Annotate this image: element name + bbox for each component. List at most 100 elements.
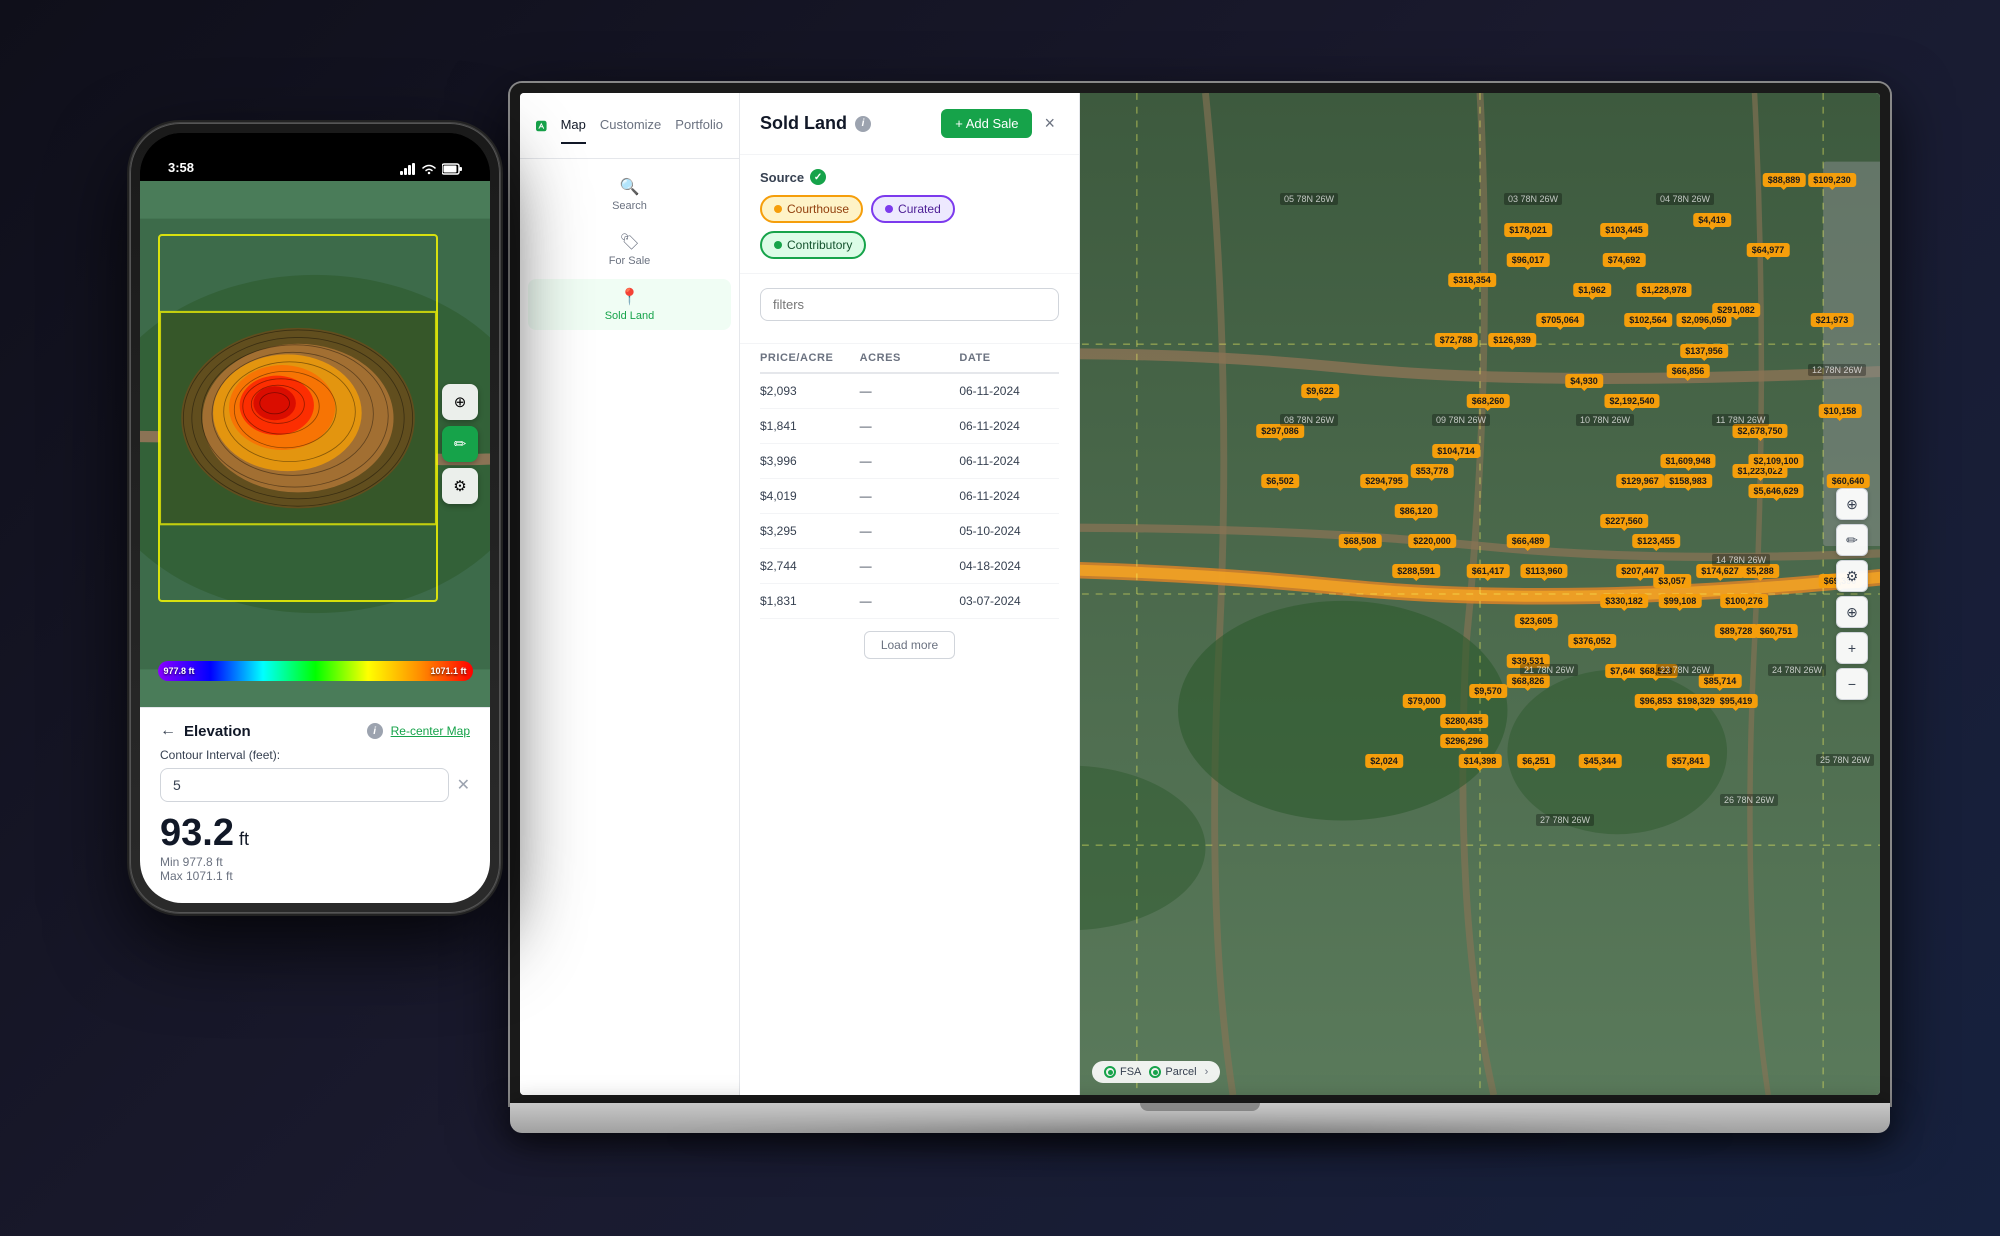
map-minus-button[interactable]: − [1836, 668, 1868, 700]
price-label[interactable]: $60,640 [1827, 474, 1870, 488]
sidebar-item-for-sale[interactable]: 🏷 For Sale [528, 224, 731, 275]
map-edit-button[interactable]: ✏ [1836, 524, 1868, 556]
price-label[interactable]: $178,021 [1504, 223, 1552, 237]
elevation-info-icon[interactable]: i [367, 723, 383, 739]
price-label[interactable]: $3,057 [1653, 574, 1691, 588]
back-arrow[interactable]: ← [160, 722, 176, 740]
phone-location-button[interactable]: ⊕ [442, 384, 478, 420]
fsa-option[interactable]: FSA [1104, 1066, 1141, 1078]
table-row[interactable]: $3,996 — 06-11-2024 [760, 444, 1059, 479]
table-row[interactable]: $3,295 — 05-10-2024 [760, 514, 1059, 549]
price-label[interactable]: $85,714 [1699, 674, 1742, 688]
price-label[interactable]: $4,930 [1565, 374, 1603, 388]
add-sale-button[interactable]: + Add Sale [941, 109, 1032, 138]
price-label[interactable]: $330,182 [1600, 594, 1648, 608]
price-label[interactable]: $60,751 [1755, 624, 1798, 638]
price-label[interactable]: $4,419 [1693, 213, 1731, 227]
price-label[interactable]: $174,627 [1696, 564, 1744, 578]
price-label[interactable]: $2,109,100 [1748, 454, 1803, 468]
map-settings-button[interactable]: ⚙ [1836, 560, 1868, 592]
sidebar-item-sold-land[interactable]: 📍 Sold Land [528, 279, 731, 330]
parcel-radio[interactable] [1149, 1066, 1161, 1078]
price-label[interactable]: $66,489 [1507, 534, 1550, 548]
price-label[interactable]: $227,560 [1600, 514, 1648, 528]
price-label[interactable]: $9,622 [1301, 384, 1339, 398]
map-target-button[interactable]: ⊕ [1836, 596, 1868, 628]
tab-map[interactable]: Map [561, 107, 586, 144]
more-toggle[interactable]: › [1205, 1066, 1209, 1078]
price-label[interactable]: $95,419 [1715, 694, 1758, 708]
phone-settings-button[interactable]: ⚙ [442, 468, 478, 504]
tag-courthouse[interactable]: Courthouse [760, 195, 863, 223]
parcel-option[interactable]: Parcel [1149, 1066, 1196, 1078]
price-label[interactable]: $79,000 [1403, 694, 1446, 708]
price-label[interactable]: $2,096,050 [1676, 313, 1731, 327]
price-label[interactable]: $72,788 [1435, 333, 1478, 347]
price-label[interactable]: $297,086 [1256, 424, 1304, 438]
price-label[interactable]: $104,714 [1432, 444, 1480, 458]
map-plus-button[interactable]: + [1836, 632, 1868, 664]
price-label[interactable]: $5,288 [1741, 564, 1779, 578]
clear-contour-button[interactable]: ✕ [457, 775, 470, 795]
price-label[interactable]: $61,417 [1467, 564, 1510, 578]
price-label[interactable]: $64,977 [1747, 243, 1790, 257]
price-label[interactable]: $1,228,978 [1636, 283, 1691, 297]
price-label[interactable]: $113,960 [1520, 564, 1567, 578]
price-label[interactable]: $109,230 [1808, 173, 1856, 187]
price-label[interactable]: $99,108 [1659, 594, 1702, 608]
price-label[interactable]: $10,158 [1819, 404, 1862, 418]
price-label[interactable]: $89,728 [1715, 624, 1758, 638]
price-label[interactable]: $68,826 [1507, 674, 1550, 688]
price-label[interactable]: $220,000 [1408, 534, 1456, 548]
tag-curated[interactable]: Curated [871, 195, 955, 223]
price-label[interactable]: $705,064 [1536, 313, 1584, 327]
price-label[interactable]: $288,591 [1392, 564, 1440, 578]
price-label[interactable]: $96,017 [1507, 253, 1550, 267]
phone-edit-button[interactable]: ✏ [442, 426, 478, 462]
price-label[interactable]: $1,609,948 [1660, 454, 1715, 468]
price-label[interactable]: $23,605 [1515, 614, 1558, 628]
price-label[interactable]: $2,678,750 [1732, 424, 1787, 438]
price-label[interactable]: $96,853 [1635, 694, 1678, 708]
price-label[interactable]: $6,251 [1517, 754, 1555, 768]
price-label[interactable]: $158,983 [1664, 474, 1712, 488]
price-label[interactable]: $280,435 [1440, 714, 1488, 728]
price-label[interactable]: $376,052 [1568, 634, 1616, 648]
price-label[interactable]: $14,398 [1459, 754, 1502, 768]
table-row[interactable]: $1,841 — 06-11-2024 [760, 409, 1059, 444]
price-label[interactable]: $5,646,629 [1748, 484, 1803, 498]
price-label[interactable]: $318,354 [1448, 273, 1496, 287]
price-label[interactable]: $45,344 [1579, 754, 1622, 768]
price-label[interactable]: $129,967 [1616, 474, 1664, 488]
price-label[interactable]: $102,564 [1624, 313, 1672, 327]
price-label[interactable]: $198,329 [1672, 694, 1720, 708]
filter-input[interactable] [760, 288, 1059, 321]
price-label[interactable]: $137,956 [1680, 344, 1728, 358]
price-label[interactable]: $68,508 [1339, 534, 1382, 548]
load-more-button[interactable]: Load more [864, 631, 955, 659]
tag-contributory[interactable]: Contributory [760, 231, 866, 259]
price-label[interactable]: $296,296 [1440, 734, 1488, 748]
tab-customize[interactable]: Customize [600, 107, 661, 144]
price-label[interactable]: $2,024 [1365, 754, 1403, 768]
price-label[interactable]: $103,445 [1600, 223, 1648, 237]
table-row[interactable]: $2,744 — 04-18-2024 [760, 549, 1059, 584]
price-label[interactable]: $6,502 [1261, 474, 1299, 488]
tab-portfolio[interactable]: Portfolio [675, 107, 723, 144]
contour-input[interactable] [160, 768, 449, 802]
price-label[interactable]: $100,276 [1720, 594, 1768, 608]
map-area[interactable]: $88,889 $109,230 $4,419 $64,977 $178,021… [1080, 93, 1880, 1095]
price-label[interactable]: $2,192,540 [1604, 394, 1659, 408]
price-label[interactable]: $88,889 [1763, 173, 1806, 187]
info-icon[interactable]: i [855, 116, 871, 132]
price-label[interactable]: $21,973 [1811, 313, 1854, 327]
table-row[interactable]: $4,019 — 06-11-2024 [760, 479, 1059, 514]
price-label[interactable]: $53,778 [1411, 464, 1454, 478]
fsa-radio[interactable] [1104, 1066, 1116, 1078]
price-label[interactable]: $1,962 [1573, 283, 1611, 297]
price-label[interactable]: $294,795 [1360, 474, 1408, 488]
price-label[interactable]: $66,856 [1667, 364, 1710, 378]
price-label[interactable]: $86,120 [1395, 504, 1438, 518]
price-label[interactable]: $68,260 [1467, 394, 1510, 408]
recenter-link[interactable]: Re-center Map [391, 724, 470, 738]
